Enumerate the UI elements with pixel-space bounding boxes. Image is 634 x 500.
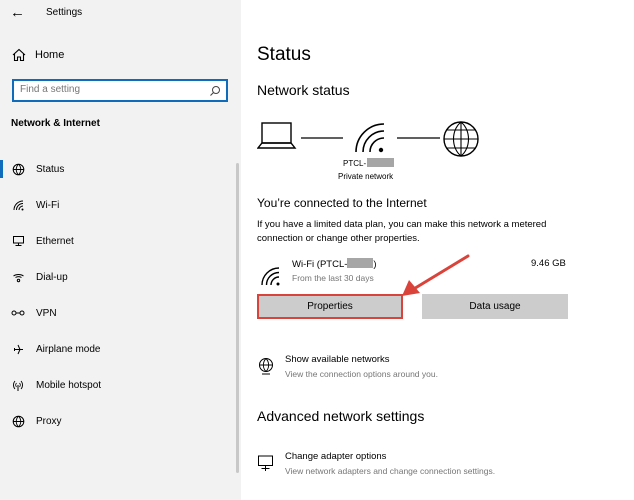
- sidebar-item-label: Dial-up: [36, 271, 68, 283]
- connection-name: Wi-Fi (PTCL-): [292, 258, 377, 270]
- sidebar-item-vpn[interactable]: VPN: [0, 300, 236, 326]
- sidebar-item-label: Proxy: [36, 415, 62, 427]
- connection-period: From the last 30 days: [292, 273, 374, 283]
- sidebar-scrollbar[interactable]: [236, 163, 239, 473]
- page-title: Status: [257, 44, 311, 65]
- connected-description: If you have a limited data plan, you can…: [257, 219, 547, 244]
- dialup-icon: [11, 270, 25, 284]
- globe-status-icon: [11, 162, 25, 176]
- search-icon[interactable]: [209, 84, 221, 102]
- network-globe-icon: [259, 358, 273, 375]
- sidebar-item-wifi[interactable]: Wi-Fi: [0, 192, 236, 218]
- properties-button[interactable]: Properties: [257, 294, 403, 319]
- sidebar-home[interactable]: Home: [11, 46, 64, 64]
- sidebar-item-status[interactable]: Status: [0, 156, 236, 182]
- home-label: Home: [35, 49, 65, 61]
- app-title: Settings: [46, 7, 83, 18]
- sidebar-item-dialup[interactable]: Dial-up: [0, 264, 236, 290]
- change-adapter-options[interactable]: Change adapter options View network adap…: [257, 451, 577, 485]
- show-networks-label[interactable]: Show available networks: [285, 354, 390, 365]
- sidebar-item-label: Wi-Fi: [36, 199, 60, 211]
- wifi-router-icon: [355, 123, 385, 153]
- network-status-title: Network status: [257, 82, 350, 98]
- hotspot-icon: [11, 378, 25, 392]
- sidebar: ← Settings Home Find a setting Network &…: [0, 0, 241, 500]
- internet-globe-icon: [443, 121, 479, 157]
- vpn-icon: [11, 306, 25, 320]
- redacted-block: [347, 258, 374, 268]
- connection-usage: 9.46 GB: [531, 258, 566, 269]
- connection-name-suffix: ): [373, 259, 377, 270]
- globe-icon: [11, 414, 25, 428]
- home-icon: [11, 48, 29, 62]
- wifi-signal-icon: [261, 267, 280, 286]
- annotation-arrow: [402, 254, 470, 296]
- sidebar-item-airplane[interactable]: Airplane mode: [0, 336, 236, 362]
- laptop-icon: [257, 122, 297, 149]
- sidebar-item-label: Mobile hotspot: [36, 379, 102, 391]
- sidebar-item-label: Status: [36, 163, 65, 175]
- sidebar-item-label: Airplane mode: [36, 343, 101, 355]
- advanced-network-title: Advanced network settings: [257, 408, 425, 424]
- main-panel: Status Network status PTCL- Private netw…: [241, 0, 634, 500]
- redacted-block: [367, 158, 395, 167]
- sidebar-item-label: Ethernet: [36, 235, 74, 247]
- connected-title: You’re connected to the Internet: [257, 196, 427, 210]
- network-name: PTCL-: [343, 158, 395, 168]
- sidebar-item-hotspot[interactable]: Mobile hotspot: [0, 372, 236, 398]
- sidebar-item-proxy[interactable]: Proxy: [0, 408, 236, 434]
- adapter-options-desc: View network adapters and change connect…: [285, 466, 496, 476]
- search-input[interactable]: Find a setting: [20, 84, 80, 95]
- airplane-icon: [11, 342, 25, 356]
- connection-name-text: Wi-Fi (PTCL-: [292, 259, 348, 270]
- section-title: Network & Internet: [11, 118, 100, 129]
- adapter-monitor-icon: [258, 455, 273, 471]
- network-name-text: PTCL-: [343, 159, 367, 168]
- sidebar-item-label: VPN: [36, 307, 57, 319]
- back-button[interactable]: ←: [10, 4, 30, 22]
- adapter-options-label[interactable]: Change adapter options: [285, 451, 386, 462]
- search-box[interactable]: Find a setting: [12, 79, 228, 102]
- show-networks-desc: View the connection options around you.: [285, 369, 438, 379]
- network-type: Private network: [338, 172, 394, 181]
- show-available-networks[interactable]: Show available networks View the connect…: [257, 354, 557, 388]
- sidebar-item-ethernet[interactable]: Ethernet: [0, 228, 236, 254]
- ethernet-icon: [11, 234, 25, 248]
- wifi-icon: [11, 198, 25, 212]
